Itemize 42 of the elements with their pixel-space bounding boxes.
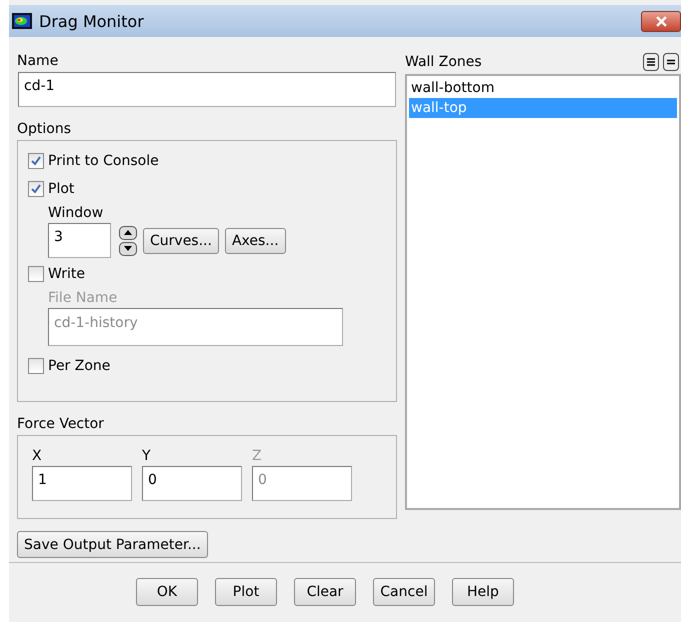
component-label: Z <box>252 448 263 464</box>
component-label: Y <box>142 448 152 464</box>
curves-button[interactable]: Curves... <box>143 228 219 254</box>
name-field[interactable]: cd-1 <box>18 72 396 107</box>
component-field[interactable]: 0 <box>142 466 242 501</box>
axes-button[interactable]: Axes... <box>224 228 286 254</box>
options-label: Options <box>17 121 72 137</box>
checkbox-label: Plot <box>48 181 74 197</box>
dialog-button[interactable]: Cancel <box>373 578 435 606</box>
close-button[interactable] <box>641 10 681 32</box>
checkbox[interactable] <box>28 181 44 197</box>
equals-icon <box>667 58 675 66</box>
wall-zones-label: Wall Zones <box>405 54 482 70</box>
window-label: Window <box>48 205 104 221</box>
checkbox[interactable] <box>28 266 44 282</box>
component-label: X <box>32 448 43 464</box>
checkbox[interactable] <box>28 153 44 169</box>
checkbox-label: Per Zone <box>48 358 110 374</box>
spin-down-button[interactable] <box>119 242 137 256</box>
window-title: Drag Monitor <box>39 12 144 30</box>
component-field[interactable]: 1 <box>32 466 132 501</box>
close-icon <box>656 16 666 26</box>
deselect-all-button[interactable] <box>663 53 679 71</box>
checkbox[interactable] <box>28 358 44 374</box>
app-icon <box>12 13 32 29</box>
dialog-button[interactable]: Help <box>452 578 514 606</box>
select-all-button[interactable] <box>643 53 659 71</box>
name-label: Name <box>17 53 60 69</box>
dialog-button[interactable]: Clear <box>294 578 356 606</box>
spin-up-button[interactable] <box>119 226 137 240</box>
dialog-button[interactable]: Plot <box>215 578 277 606</box>
checkbox-label: Print to Console <box>48 153 159 169</box>
up-icon <box>124 230 132 235</box>
force-vector-label: Force Vector <box>17 416 105 432</box>
list-item[interactable]: wall-bottom <box>409 78 677 98</box>
checkbox-label: Write <box>48 266 85 282</box>
down-icon <box>124 246 132 251</box>
window-field[interactable]: 3 <box>48 223 111 258</box>
dialog-button[interactable]: OK <box>136 578 198 606</box>
save-output-parameter-button[interactable]: Save Output Parameter... <box>17 531 208 558</box>
list-icon <box>647 58 655 66</box>
file-name-label: File Name <box>48 290 118 306</box>
